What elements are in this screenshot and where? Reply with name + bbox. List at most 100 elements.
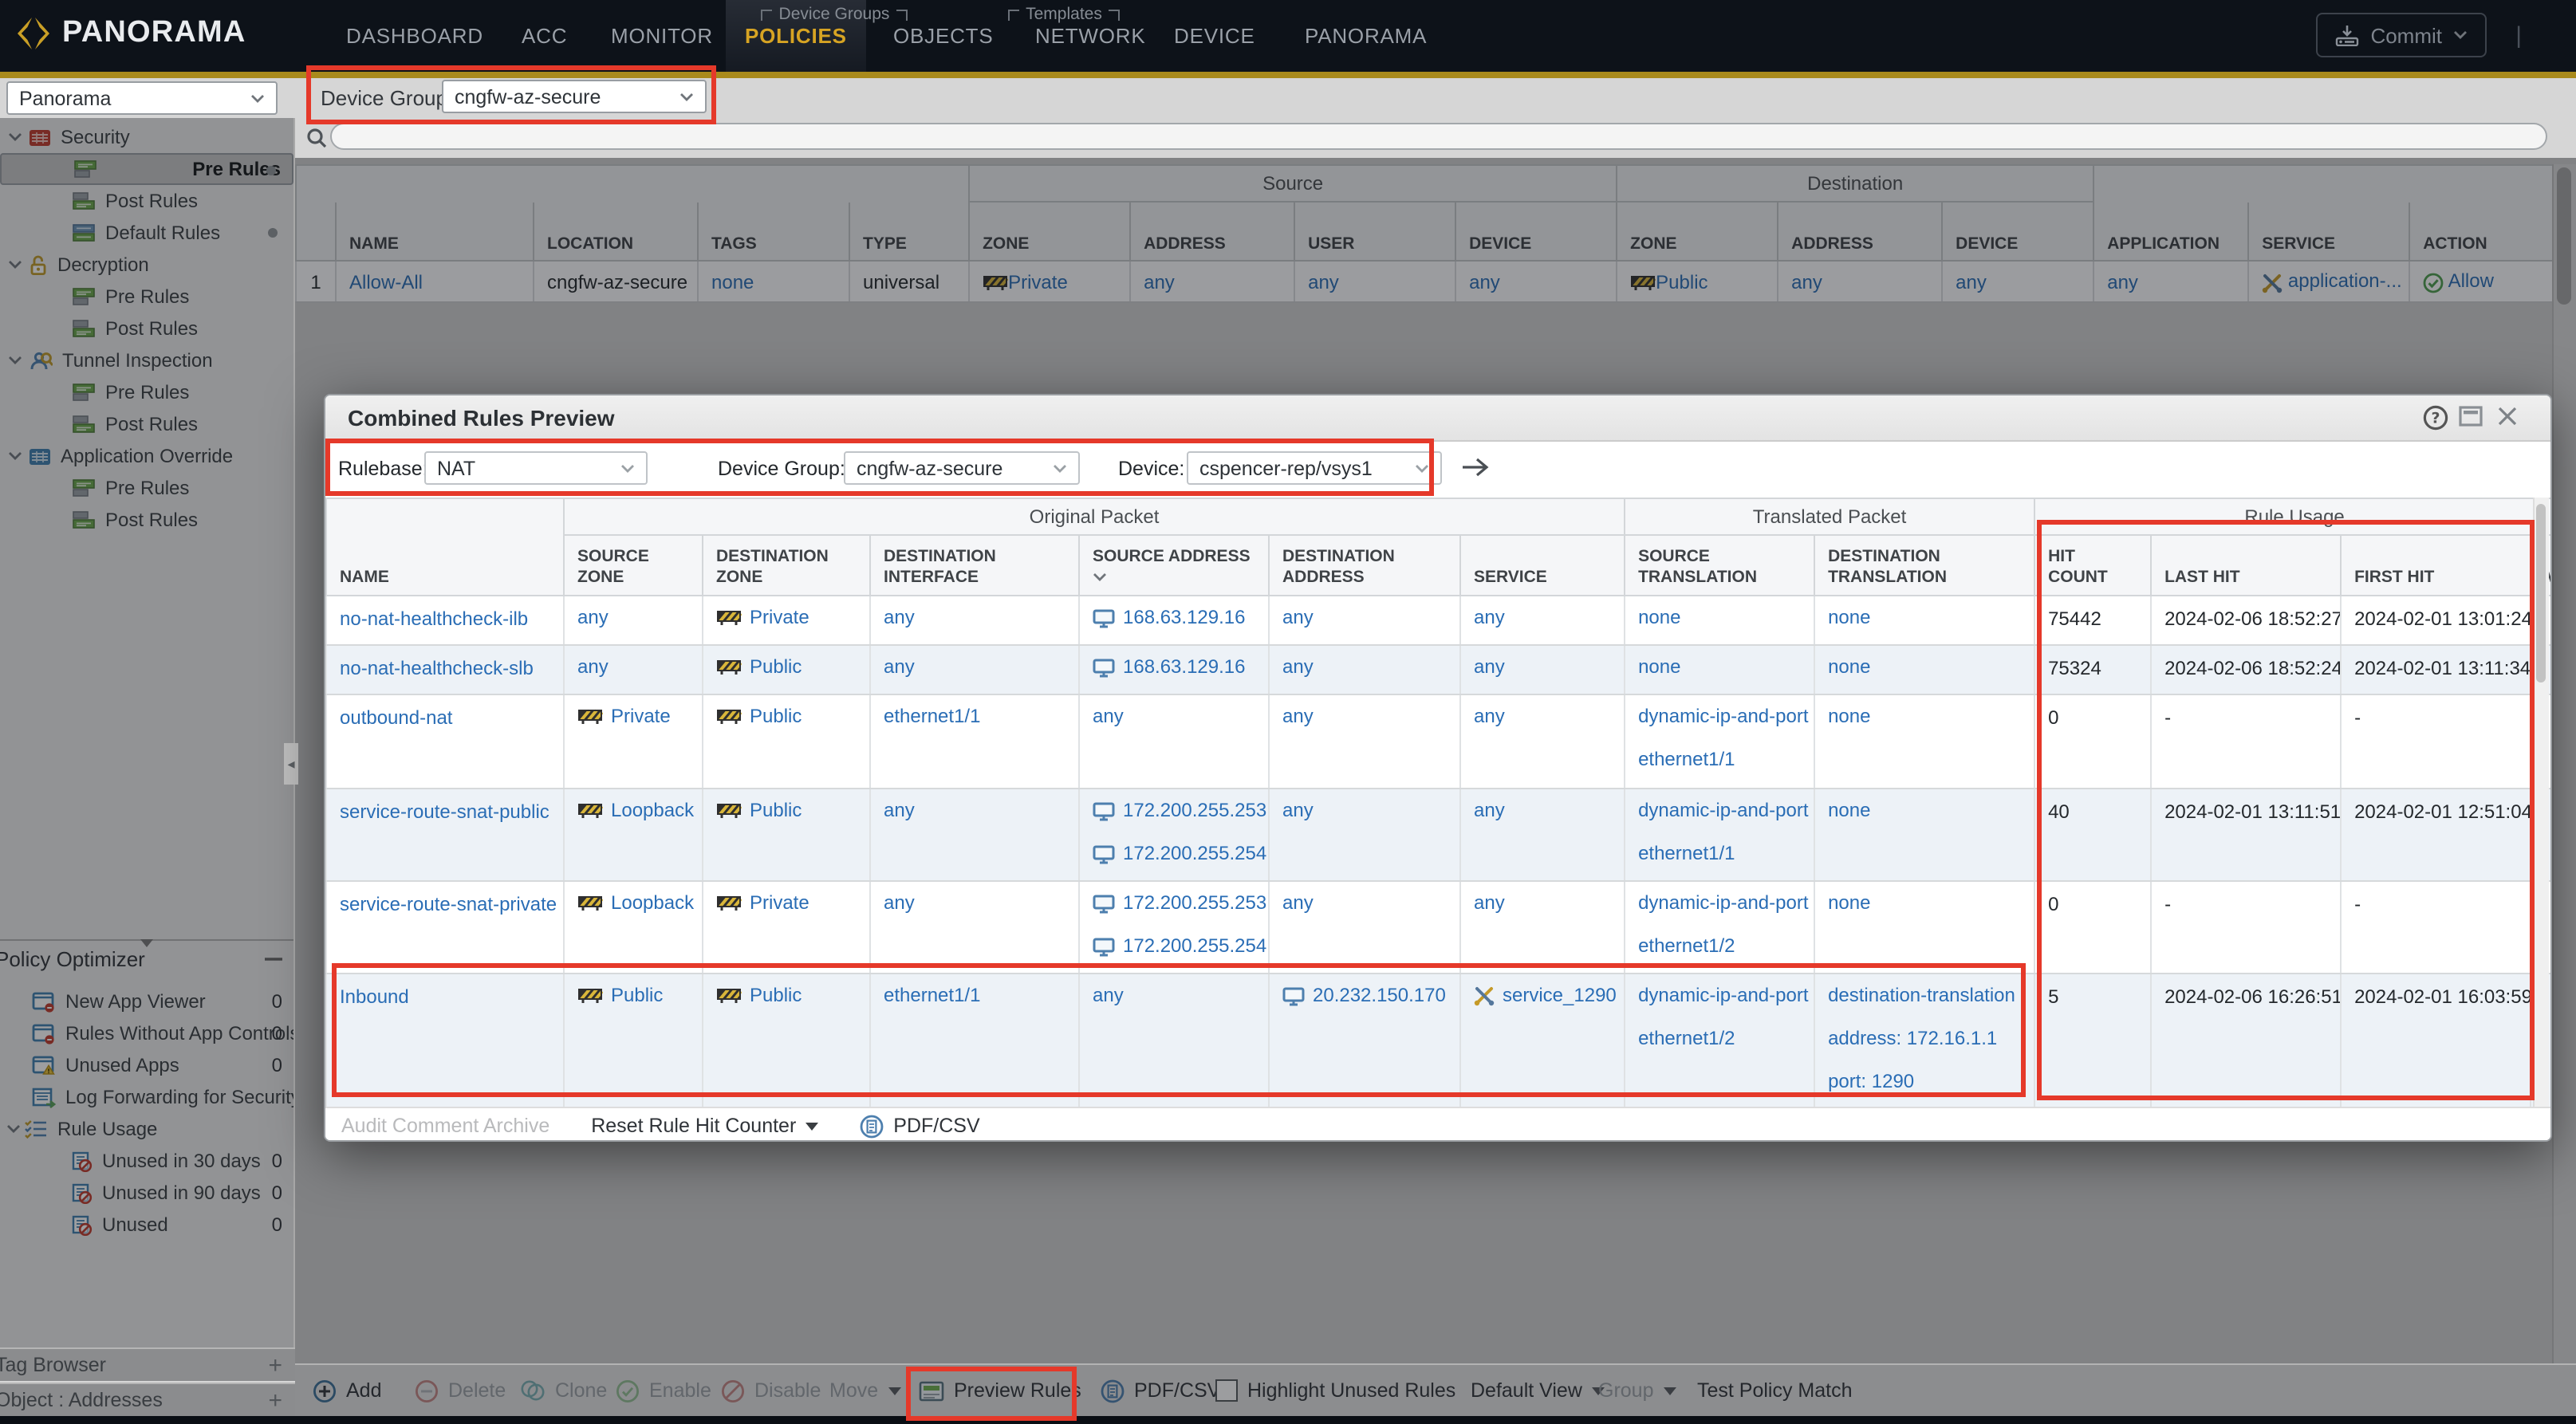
- maximize-icon[interactable]: [2458, 405, 2483, 427]
- sidebar-item-decryption[interactable]: Decryption: [0, 249, 293, 281]
- sidebar-item-tunnel-inspection-pre-rules[interactable]: Pre Rules: [0, 376, 293, 408]
- search-input[interactable]: [330, 123, 2547, 150]
- column-header-name[interactable]: NAME: [335, 202, 534, 262]
- column-header-device[interactable]: DEVICE: [1941, 202, 2095, 262]
- column-header-address[interactable]: ADDRESS: [1777, 202, 1944, 262]
- table-row[interactable]: 1 Allow-All cngfw-az-secure none universal Pr…: [295, 261, 2556, 303]
- nat-rule-row-no-nat-healthcheck-ilb[interactable]: no-nat-healthcheck-ilb any Private any 168.6…: [325, 596, 2550, 646]
- toolbar-pdf-csv-button[interactable]: PDF/CSV: [1101, 1365, 1220, 1416]
- rule-link[interactable]: Inbound: [340, 985, 409, 1008]
- nat-rule-row-service-route-snat-public[interactable]: service-route-snat-public Loopback Public a…: [325, 789, 2550, 882]
- nav-tab-dashboard[interactable]: DASHBOARD: [327, 0, 502, 72]
- toolbar-preview-rules-button[interactable]: Preview Rules: [919, 1365, 1081, 1416]
- column-header-zone[interactable]: ZONE: [968, 202, 1132, 262]
- rule-link[interactable]: Allow-All: [349, 270, 423, 293]
- context-selector[interactable]: Panorama: [6, 81, 278, 115]
- nat-rule-row-outbound-nat[interactable]: outbound-nat Private Public ethernet1/1 any a…: [325, 694, 2550, 789]
- sidebar-item-decryption-pre-rules[interactable]: Pre Rules: [0, 281, 293, 313]
- column-header-last-hit[interactable]: LAST HIT: [2150, 535, 2342, 596]
- column-header-destination-zone[interactable]: DESTINATION ZONE: [702, 535, 871, 596]
- object-addresses-panel[interactable]: Object : Addresses +: [0, 1383, 295, 1416]
- column-header-tags[interactable]: TAGS: [697, 202, 850, 262]
- zone-icon: [716, 988, 742, 1005]
- optimizer-item-log-forwarding-for-security-ser[interactable]: Log Forwarding for Security Ser: [0, 1081, 293, 1113]
- tag-browser-panel[interactable]: Tag Browser +: [0, 1347, 295, 1381]
- optimizer-item-unused-apps[interactable]: Unused Apps 0: [0, 1049, 293, 1081]
- column-header-destination-interface[interactable]: DESTINATION INTERFACE: [869, 535, 1080, 596]
- sidebar-item-application-override[interactable]: Application Override: [0, 440, 293, 472]
- sidebar-item-security-default-rules[interactable]: Default Rules: [0, 217, 293, 249]
- sidebar-item-application-override-post-rules[interactable]: Post Rules: [0, 504, 293, 536]
- nav-tab-acc[interactable]: ACC: [502, 0, 586, 72]
- status-dot: [266, 166, 276, 175]
- close-icon[interactable]: [2496, 405, 2519, 427]
- column-header-first-hit[interactable]: FIRST HIT: [2340, 535, 2532, 596]
- optimizer-item-unused[interactable]: Unused 0: [0, 1209, 293, 1241]
- sidebar-collapse-handle[interactable]: ◂: [284, 743, 298, 785]
- column-header-address[interactable]: ADDRESS: [1129, 202, 1296, 262]
- column-header-service[interactable]: SERVICE: [2247, 202, 2411, 262]
- rule-link[interactable]: service-route-snat-private: [340, 893, 557, 915]
- dialog-device-group-selector[interactable]: cngfw-az-secure: [844, 451, 1080, 485]
- column-header-location[interactable]: LOCATION: [533, 202, 699, 262]
- rule-link[interactable]: no-nat-healthcheck-ilb: [340, 608, 528, 630]
- rules-pre-icon: [72, 287, 96, 306]
- column-header-source-translation[interactable]: SOURCE TRANSLATION: [1624, 535, 1816, 596]
- column-header-destination-translation[interactable]: DESTINATION TRANSLATION: [1814, 535, 2036, 596]
- nav-tab-panorama[interactable]: PANORAMA: [1286, 0, 1446, 72]
- apply-filter-arrow-icon[interactable]: [1461, 458, 1490, 477]
- column-header-source-address[interactable]: SOURCE ADDRESS: [1078, 535, 1270, 596]
- optimizer-item-new-app-viewer[interactable]: New App Viewer 0: [0, 985, 293, 1017]
- rulebase-selector[interactable]: NAT: [424, 451, 648, 485]
- sidebar-item-decryption-post-rules[interactable]: Post Rules: [0, 313, 293, 344]
- commit-button[interactable]: Commit: [2316, 13, 2487, 57]
- collapse-minus-icon[interactable]: [265, 957, 282, 962]
- device-selector[interactable]: cspencer-rep/vsys1: [1187, 451, 1442, 485]
- toolbar-highlight-unused-rules-button[interactable]: Highlight Unused Rules: [1215, 1365, 1455, 1416]
- column-header-action[interactable]: ACTION: [2409, 202, 2556, 262]
- column-header-source-zone[interactable]: SOURCE ZONE: [563, 535, 703, 596]
- nat-rule-row-no-nat-healthcheck-slb[interactable]: no-nat-healthcheck-slb any Public any 168.63…: [325, 645, 2550, 695]
- rule-link[interactable]: outbound-nat: [340, 706, 452, 729]
- nat-rule-row-inbound[interactable]: Inbound Public Public ethernet1/1 any 20.232.…: [325, 974, 2550, 1107]
- optimizer-item-rule-usage[interactable]: Rule Usage: [0, 1113, 293, 1145]
- column-header-destination-address[interactable]: DESTINATION ADDRESS: [1268, 535, 1461, 596]
- rule-link[interactable]: service-route-snat-public: [340, 801, 549, 823]
- brand[interactable]: PANORAMA: [16, 16, 246, 51]
- sidebar-item-application-override-pre-rules[interactable]: Pre Rules: [0, 472, 293, 504]
- nat-rule-row-service-route-snat-private[interactable]: service-route-snat-private Loopback Privat…: [325, 881, 2550, 974]
- sidebar-item-security-pre-rules[interactable]: Pre Rules: [0, 153, 293, 185]
- expand-plus-icon[interactable]: +: [268, 1351, 282, 1379]
- reset-rule-hit-counter-button[interactable]: Reset Rule Hit Counter: [591, 1115, 819, 1137]
- column-header-application[interactable]: APPLICATION: [2093, 202, 2250, 262]
- column-header-name[interactable]: NAME: [325, 535, 565, 596]
- nav-tab-monitor[interactable]: MONITOR: [592, 0, 732, 72]
- device-group-selector[interactable]: cngfw-az-secure: [442, 80, 707, 113]
- optimizer-item-unused-in-90-days[interactable]: Unused in 90 days 0: [0, 1177, 293, 1209]
- dialog-scrollbar[interactable]: [2533, 498, 2549, 1107]
- expand-plus-icon[interactable]: +: [268, 1387, 282, 1414]
- column-header-user[interactable]: USER: [1294, 202, 1457, 262]
- column-header-hit-count[interactable]: HIT COUNT: [2034, 535, 2153, 596]
- scrollbar-thumb[interactable]: [2557, 167, 2571, 305]
- nav-tab-device[interactable]: DEVICE: [1155, 0, 1274, 72]
- vertical-scrollbar[interactable]: [2552, 164, 2576, 1363]
- column-header-type[interactable]: TYPE: [848, 202, 971, 262]
- sidebar-item-tunnel-inspection[interactable]: Tunnel Inspection: [0, 344, 293, 376]
- sidebar-item-security[interactable]: Security: [0, 121, 293, 153]
- toolbar-test-policy-match-button[interactable]: Test Policy Match: [1697, 1365, 1853, 1416]
- column-header-zone[interactable]: ZONE: [1616, 202, 1779, 262]
- sidebar-item-tunnel-inspection-post-rules[interactable]: Post Rules: [0, 408, 293, 440]
- help-icon[interactable]: ?: [2423, 405, 2448, 431]
- rule-link[interactable]: no-nat-healthcheck-slb: [340, 657, 534, 679]
- column-header-service[interactable]: SERVICE: [1459, 535, 1626, 596]
- dialog-pdf-csv-button[interactable]: PDF/CSV: [860, 1114, 980, 1138]
- toolbar-add-button[interactable]: Add: [313, 1365, 382, 1416]
- scrollbar-thumb[interactable]: [2536, 504, 2546, 682]
- toolbar-default-view-button[interactable]: Default View: [1471, 1365, 1605, 1416]
- highlight-unused-checkbox[interactable]: [1215, 1379, 1238, 1402]
- optimizer-item-unused-in-30-days[interactable]: Unused in 30 days 0: [0, 1145, 293, 1177]
- optimizer-item-rules-without-app-controls[interactable]: Rules Without App Controls 0: [0, 1017, 293, 1049]
- column-header-device[interactable]: DEVICE: [1455, 202, 1618, 262]
- sidebar-item-security-post-rules[interactable]: Post Rules: [0, 185, 293, 217]
